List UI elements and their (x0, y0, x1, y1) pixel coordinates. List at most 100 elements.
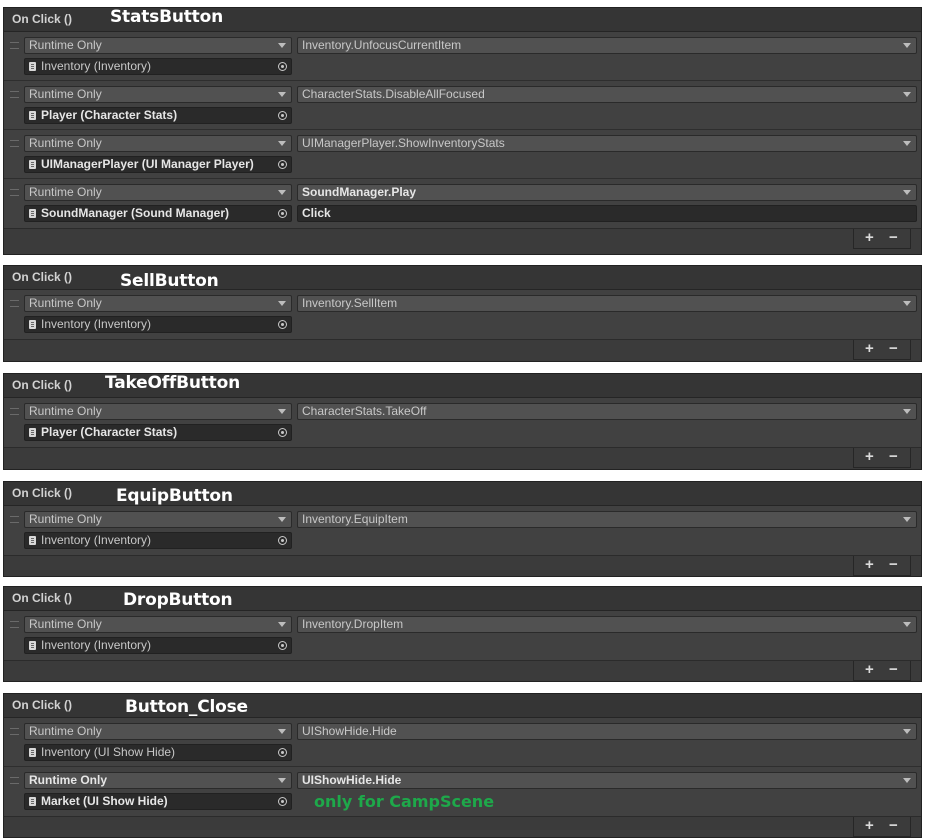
function-dropdown[interactable]: CharacterStats.DisableAllFocused (297, 86, 917, 103)
onclick-label: On Click () (12, 591, 73, 605)
object-field[interactable]: Inventory (UI Show Hide) (24, 744, 292, 761)
onclick-panel-button-close: On Click () Button_Close Runtime Only UI… (3, 693, 922, 838)
annotation-note: only for CampScene (314, 792, 495, 811)
drag-handle-icon[interactable] (10, 140, 19, 147)
object-field[interactable]: Player (Character Stats) (24, 424, 292, 441)
event-list: Runtime Only Inventory.EquipItem Invento… (4, 506, 921, 556)
object-field[interactable]: Inventory (Inventory) (24, 316, 292, 333)
runtime-dropdown[interactable]: Runtime Only (24, 295, 292, 312)
drag-handle-icon[interactable] (10, 516, 19, 523)
runtime-dropdown[interactable]: Runtime Only (24, 86, 292, 103)
object-field[interactable]: UIManagerPlayer (UI Manager Player) (24, 156, 292, 173)
drag-handle-icon[interactable] (10, 621, 19, 628)
chevron-down-icon (903, 729, 911, 734)
function-label: SoundManager.Play (302, 185, 417, 199)
object-picker-icon[interactable] (278, 536, 287, 545)
script-icon (29, 320, 36, 329)
list-footer: + − (853, 556, 911, 576)
remove-entry-button[interactable]: − (889, 449, 898, 465)
runtime-label: Runtime Only (29, 87, 102, 101)
function-dropdown[interactable]: SoundManager.Play (297, 184, 917, 201)
chevron-down-icon (903, 517, 911, 522)
runtime-dropdown[interactable]: Runtime Only (24, 135, 292, 152)
chevron-down-icon (278, 190, 286, 195)
function-label: Inventory.EquipItem (302, 512, 408, 526)
remove-entry-button[interactable]: − (889, 818, 898, 834)
object-field[interactable]: Inventory (Inventory) (24, 58, 292, 75)
remove-entry-button[interactable]: − (889, 557, 898, 573)
onclick-panel-dropbutton: On Click () DropButton Runtime Only Inve… (3, 586, 922, 682)
object-picker-icon[interactable] (278, 111, 287, 120)
script-icon (29, 62, 36, 71)
chevron-down-icon (278, 778, 286, 783)
add-entry-button[interactable]: + (865, 449, 874, 465)
onclick-label: On Click () (12, 270, 73, 284)
runtime-dropdown[interactable]: Runtime Only (24, 511, 292, 528)
event-entry: Runtime Only UIShowHide.Hide Market (UI … (4, 767, 921, 816)
function-dropdown[interactable]: Inventory.SellItem (297, 295, 917, 312)
chevron-down-icon (903, 141, 911, 146)
function-dropdown[interactable]: Inventory.UnfocusCurrentItem (297, 37, 917, 54)
function-dropdown[interactable]: CharacterStats.TakeOff (297, 403, 917, 420)
drag-handle-icon[interactable] (10, 777, 19, 784)
object-field[interactable]: Inventory (Inventory) (24, 637, 292, 654)
drag-handle-icon[interactable] (10, 91, 19, 98)
add-entry-button[interactable]: + (865, 230, 874, 246)
remove-entry-button[interactable]: − (889, 230, 898, 246)
function-label: UIManagerPlayer.ShowInventoryStats (302, 136, 505, 150)
add-entry-button[interactable]: + (865, 662, 874, 678)
object-field[interactable]: Inventory (Inventory) (24, 532, 292, 549)
runtime-label: Runtime Only (29, 38, 102, 52)
object-picker-icon[interactable] (278, 209, 287, 218)
chevron-down-icon (278, 92, 286, 97)
remove-entry-button[interactable]: − (889, 341, 898, 357)
object-label: UIManagerPlayer (UI Manager Player) (41, 157, 254, 171)
function-dropdown[interactable]: UIShowHide.Hide (297, 772, 917, 789)
object-field[interactable]: Market (UI Show Hide) (24, 793, 292, 810)
runtime-label: Runtime Only (29, 617, 102, 631)
runtime-dropdown[interactable]: Runtime Only (24, 37, 292, 54)
event-entry: Runtime Only CharacterStats.TakeOff Play… (4, 398, 921, 447)
onclick-label: On Click () (12, 12, 73, 26)
object-field[interactable]: SoundManager (Sound Manager) (24, 205, 292, 222)
function-dropdown[interactable]: Inventory.EquipItem (297, 511, 917, 528)
drag-handle-icon[interactable] (10, 189, 19, 196)
object-picker-icon[interactable] (278, 160, 287, 169)
event-entry: Runtime Only Inventory.DropItem Inventor… (4, 611, 921, 660)
function-dropdown[interactable]: Inventory.DropItem (297, 616, 917, 633)
object-picker-icon[interactable] (278, 641, 287, 650)
object-picker-icon[interactable] (278, 748, 287, 757)
runtime-dropdown[interactable]: Runtime Only (24, 184, 292, 201)
object-picker-icon[interactable] (278, 62, 287, 71)
runtime-dropdown[interactable]: Runtime Only (24, 403, 292, 420)
event-list: Runtime Only CharacterStats.TakeOff Play… (4, 398, 921, 448)
drag-handle-icon[interactable] (10, 408, 19, 415)
add-entry-button[interactable]: + (865, 818, 874, 834)
runtime-label: Runtime Only (29, 136, 102, 150)
remove-entry-button[interactable]: − (889, 662, 898, 678)
drag-handle-icon[interactable] (10, 300, 19, 307)
event-list: Runtime Only Inventory.SellItem Inventor… (4, 290, 921, 340)
object-picker-icon[interactable] (278, 428, 287, 437)
string-argument-field[interactable]: Click (297, 205, 917, 222)
add-entry-button[interactable]: + (865, 341, 874, 357)
object-field[interactable]: Player (Character Stats) (24, 107, 292, 124)
add-entry-button[interactable]: + (865, 557, 874, 573)
runtime-dropdown[interactable]: Runtime Only (24, 616, 292, 633)
chevron-down-icon (278, 622, 286, 627)
runtime-dropdown[interactable]: Runtime Only (24, 772, 292, 789)
chevron-down-icon (278, 301, 286, 306)
function-dropdown[interactable]: UIManagerPlayer.ShowInventoryStats (297, 135, 917, 152)
chevron-down-icon (278, 141, 286, 146)
event-entry: Runtime Only CharacterStats.DisableAllFo… (4, 81, 921, 130)
drag-handle-icon[interactable] (10, 42, 19, 49)
object-picker-icon[interactable] (278, 797, 287, 806)
function-label: CharacterStats.TakeOff (302, 404, 427, 418)
chevron-down-icon (903, 301, 911, 306)
function-dropdown[interactable]: UIShowHide.Hide (297, 723, 917, 740)
object-picker-icon[interactable] (278, 320, 287, 329)
drag-handle-icon[interactable] (10, 728, 19, 735)
button-title: DropButton (123, 590, 233, 610)
chevron-down-icon (278, 409, 286, 414)
runtime-dropdown[interactable]: Runtime Only (24, 723, 292, 740)
